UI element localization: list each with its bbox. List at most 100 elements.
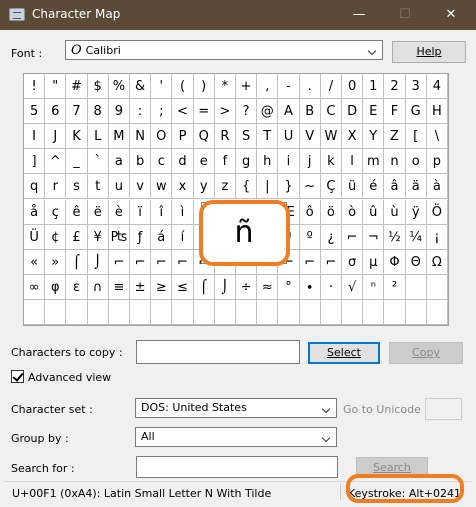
character-cell[interactable]: · bbox=[320, 274, 342, 300]
character-cell[interactable]: d bbox=[172, 149, 194, 175]
character-cell[interactable]: ² bbox=[384, 274, 406, 300]
character-cell[interactable]: « bbox=[24, 249, 46, 275]
character-cell[interactable]: K bbox=[66, 124, 88, 150]
character-cell[interactable]: V bbox=[299, 124, 321, 150]
advanced-view-checkbox[interactable] bbox=[11, 370, 24, 383]
character-cell[interactable]: W bbox=[320, 124, 342, 150]
character-cell[interactable]: b bbox=[130, 149, 152, 175]
character-cell[interactable]: c bbox=[151, 149, 173, 175]
character-cell[interactable]: ü bbox=[342, 174, 364, 200]
character-cell[interactable]: ÿ bbox=[405, 199, 427, 225]
character-cell[interactable]: ^ bbox=[45, 149, 67, 175]
character-cell[interactable]: a bbox=[108, 149, 130, 175]
character-cell[interactable]: ⁿ bbox=[363, 274, 385, 300]
character-cell[interactable]: ± bbox=[130, 274, 152, 300]
character-cell[interactable] bbox=[320, 299, 342, 325]
character-cell[interactable]: * bbox=[214, 74, 236, 100]
character-cell[interactable]: x bbox=[172, 174, 194, 200]
character-cell[interactable]: T bbox=[257, 124, 279, 150]
character-cell[interactable] bbox=[278, 299, 300, 325]
character-cell[interactable]: s bbox=[66, 174, 88, 200]
character-cell[interactable]: ò bbox=[342, 199, 364, 225]
character-cell[interactable]: Z bbox=[384, 124, 406, 150]
character-cell[interactable]: ≥ bbox=[151, 274, 173, 300]
character-cell[interactable]: ⌐ bbox=[130, 249, 152, 275]
character-cell[interactable]: A bbox=[278, 99, 300, 125]
character-cell[interactable]: ⌐ bbox=[172, 249, 194, 275]
character-cell[interactable]: = bbox=[193, 99, 215, 125]
character-cell[interactable]: ⌐ bbox=[108, 249, 130, 275]
character-cell[interactable] bbox=[151, 299, 173, 325]
character-cell[interactable]: ! bbox=[24, 74, 46, 100]
character-cell[interactable]: 6 bbox=[45, 99, 67, 125]
characters-to-copy-input[interactable] bbox=[136, 340, 300, 364]
character-cell[interactable]: Y bbox=[363, 124, 385, 150]
select-button[interactable]: Select bbox=[308, 342, 380, 364]
character-cell[interactable] bbox=[87, 299, 109, 325]
character-cell[interactable]: L bbox=[87, 124, 109, 150]
character-cell[interactable] bbox=[130, 299, 152, 325]
character-cell[interactable]: : bbox=[130, 99, 152, 125]
character-cell[interactable]: ç bbox=[45, 199, 67, 225]
character-cell[interactable]: B bbox=[299, 99, 321, 125]
character-cell[interactable]: ( bbox=[172, 74, 194, 100]
character-cell[interactable] bbox=[342, 299, 364, 325]
character-cell[interactable]: - bbox=[278, 74, 300, 100]
character-cell[interactable]: # bbox=[66, 74, 88, 100]
character-cell[interactable]: ° bbox=[278, 274, 300, 300]
character-cell[interactable]: Ω bbox=[426, 249, 448, 275]
character-cell[interactable]: n bbox=[384, 149, 406, 175]
character-cell[interactable] bbox=[193, 299, 215, 325]
character-cell[interactable]: î bbox=[151, 199, 173, 225]
character-cell[interactable] bbox=[66, 299, 88, 325]
character-cell[interactable]: z bbox=[214, 174, 236, 200]
character-cell[interactable]: ∙ bbox=[299, 274, 321, 300]
character-cell[interactable] bbox=[363, 299, 385, 325]
character-cell[interactable]: . bbox=[299, 74, 321, 100]
character-cell[interactable]: ù bbox=[384, 199, 406, 225]
character-cell[interactable]: ∞ bbox=[24, 274, 46, 300]
character-cell[interactable]: ƒ bbox=[130, 224, 152, 250]
character-cell[interactable]: à bbox=[426, 174, 448, 200]
character-cell[interactable]: y bbox=[193, 174, 215, 200]
character-cell[interactable]: û bbox=[363, 199, 385, 225]
character-cell[interactable]: 5 bbox=[24, 99, 46, 125]
character-cell[interactable]: q bbox=[24, 174, 46, 200]
go-to-unicode-input[interactable] bbox=[425, 398, 462, 420]
character-cell[interactable]: > bbox=[214, 99, 236, 125]
character-cell[interactable]: ) bbox=[193, 74, 215, 100]
character-cell[interactable]: ε bbox=[66, 274, 88, 300]
character-cell[interactable]: M bbox=[108, 124, 130, 150]
character-cell[interactable]: ¬ bbox=[363, 224, 385, 250]
character-cell[interactable]: h bbox=[257, 149, 279, 175]
character-cell[interactable]: ≡ bbox=[108, 274, 130, 300]
character-cell[interactable]: D bbox=[342, 99, 364, 125]
character-cell[interactable]: N bbox=[130, 124, 152, 150]
character-cell[interactable]: C bbox=[320, 99, 342, 125]
character-cell[interactable]: e bbox=[193, 149, 215, 175]
character-cell[interactable]: è bbox=[108, 199, 130, 225]
advanced-view-label[interactable]: Advanced view bbox=[28, 371, 111, 384]
character-cell[interactable] bbox=[426, 274, 448, 300]
character-set-dropdown[interactable]: DOS: United States bbox=[135, 398, 337, 418]
character-cell[interactable]: ê bbox=[66, 199, 88, 225]
help-button[interactable]: Help bbox=[392, 41, 466, 63]
character-cell[interactable]: á bbox=[151, 224, 173, 250]
character-cell[interactable]: φ bbox=[45, 274, 67, 300]
character-cell[interactable] bbox=[172, 299, 194, 325]
character-cell[interactable]: O bbox=[151, 124, 173, 150]
character-cell[interactable]: ¼ bbox=[405, 224, 427, 250]
copy-button[interactable]: Copy bbox=[389, 342, 463, 364]
group-by-dropdown[interactable]: All bbox=[135, 427, 337, 447]
character-cell[interactable]: $ bbox=[87, 74, 109, 100]
character-cell[interactable]: ⌡ bbox=[214, 274, 236, 300]
character-cell[interactable]: S bbox=[236, 124, 258, 150]
character-cell[interactable]: < bbox=[172, 99, 194, 125]
character-cell[interactable]: µ bbox=[363, 249, 385, 275]
character-cell[interactable]: 0 bbox=[342, 74, 364, 100]
character-cell[interactable]: P bbox=[172, 124, 194, 150]
character-cell[interactable]: t bbox=[87, 174, 109, 200]
character-cell[interactable]: g bbox=[236, 149, 258, 175]
character-cell[interactable]: σ bbox=[342, 249, 364, 275]
character-cell[interactable]: ⌐ bbox=[320, 249, 342, 275]
